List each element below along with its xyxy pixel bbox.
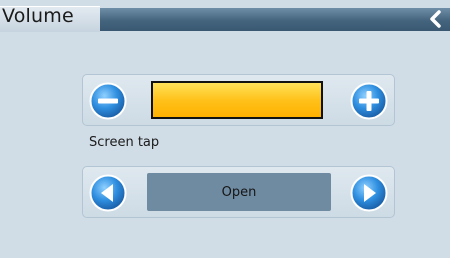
- arrow-left-circle-icon: [89, 174, 127, 212]
- plus-circle-icon: [350, 82, 388, 120]
- volume-decrease-button[interactable]: [89, 82, 127, 120]
- chevron-left-icon: [430, 10, 441, 28]
- screen-tap-prev-button[interactable]: [89, 174, 127, 212]
- volume-increase-button[interactable]: [350, 82, 388, 120]
- back-button[interactable]: [424, 7, 448, 31]
- screen-tap-panel: Open: [82, 166, 395, 218]
- volume-level-bar[interactable]: [151, 81, 323, 119]
- screen-tap-label: Screen tap: [89, 135, 160, 150]
- volume-screen: Volume Screen tap Open: [0, 0, 450, 258]
- arrow-right-circle-icon: [350, 174, 388, 212]
- volume-level-fill: [153, 83, 321, 117]
- volume-control-panel: [82, 74, 395, 126]
- screen-tap-value: Open: [147, 173, 331, 211]
- screen-tap-next-button[interactable]: [350, 174, 388, 212]
- page-title: Volume: [2, 5, 74, 27]
- minus-circle-icon: [89, 82, 127, 120]
